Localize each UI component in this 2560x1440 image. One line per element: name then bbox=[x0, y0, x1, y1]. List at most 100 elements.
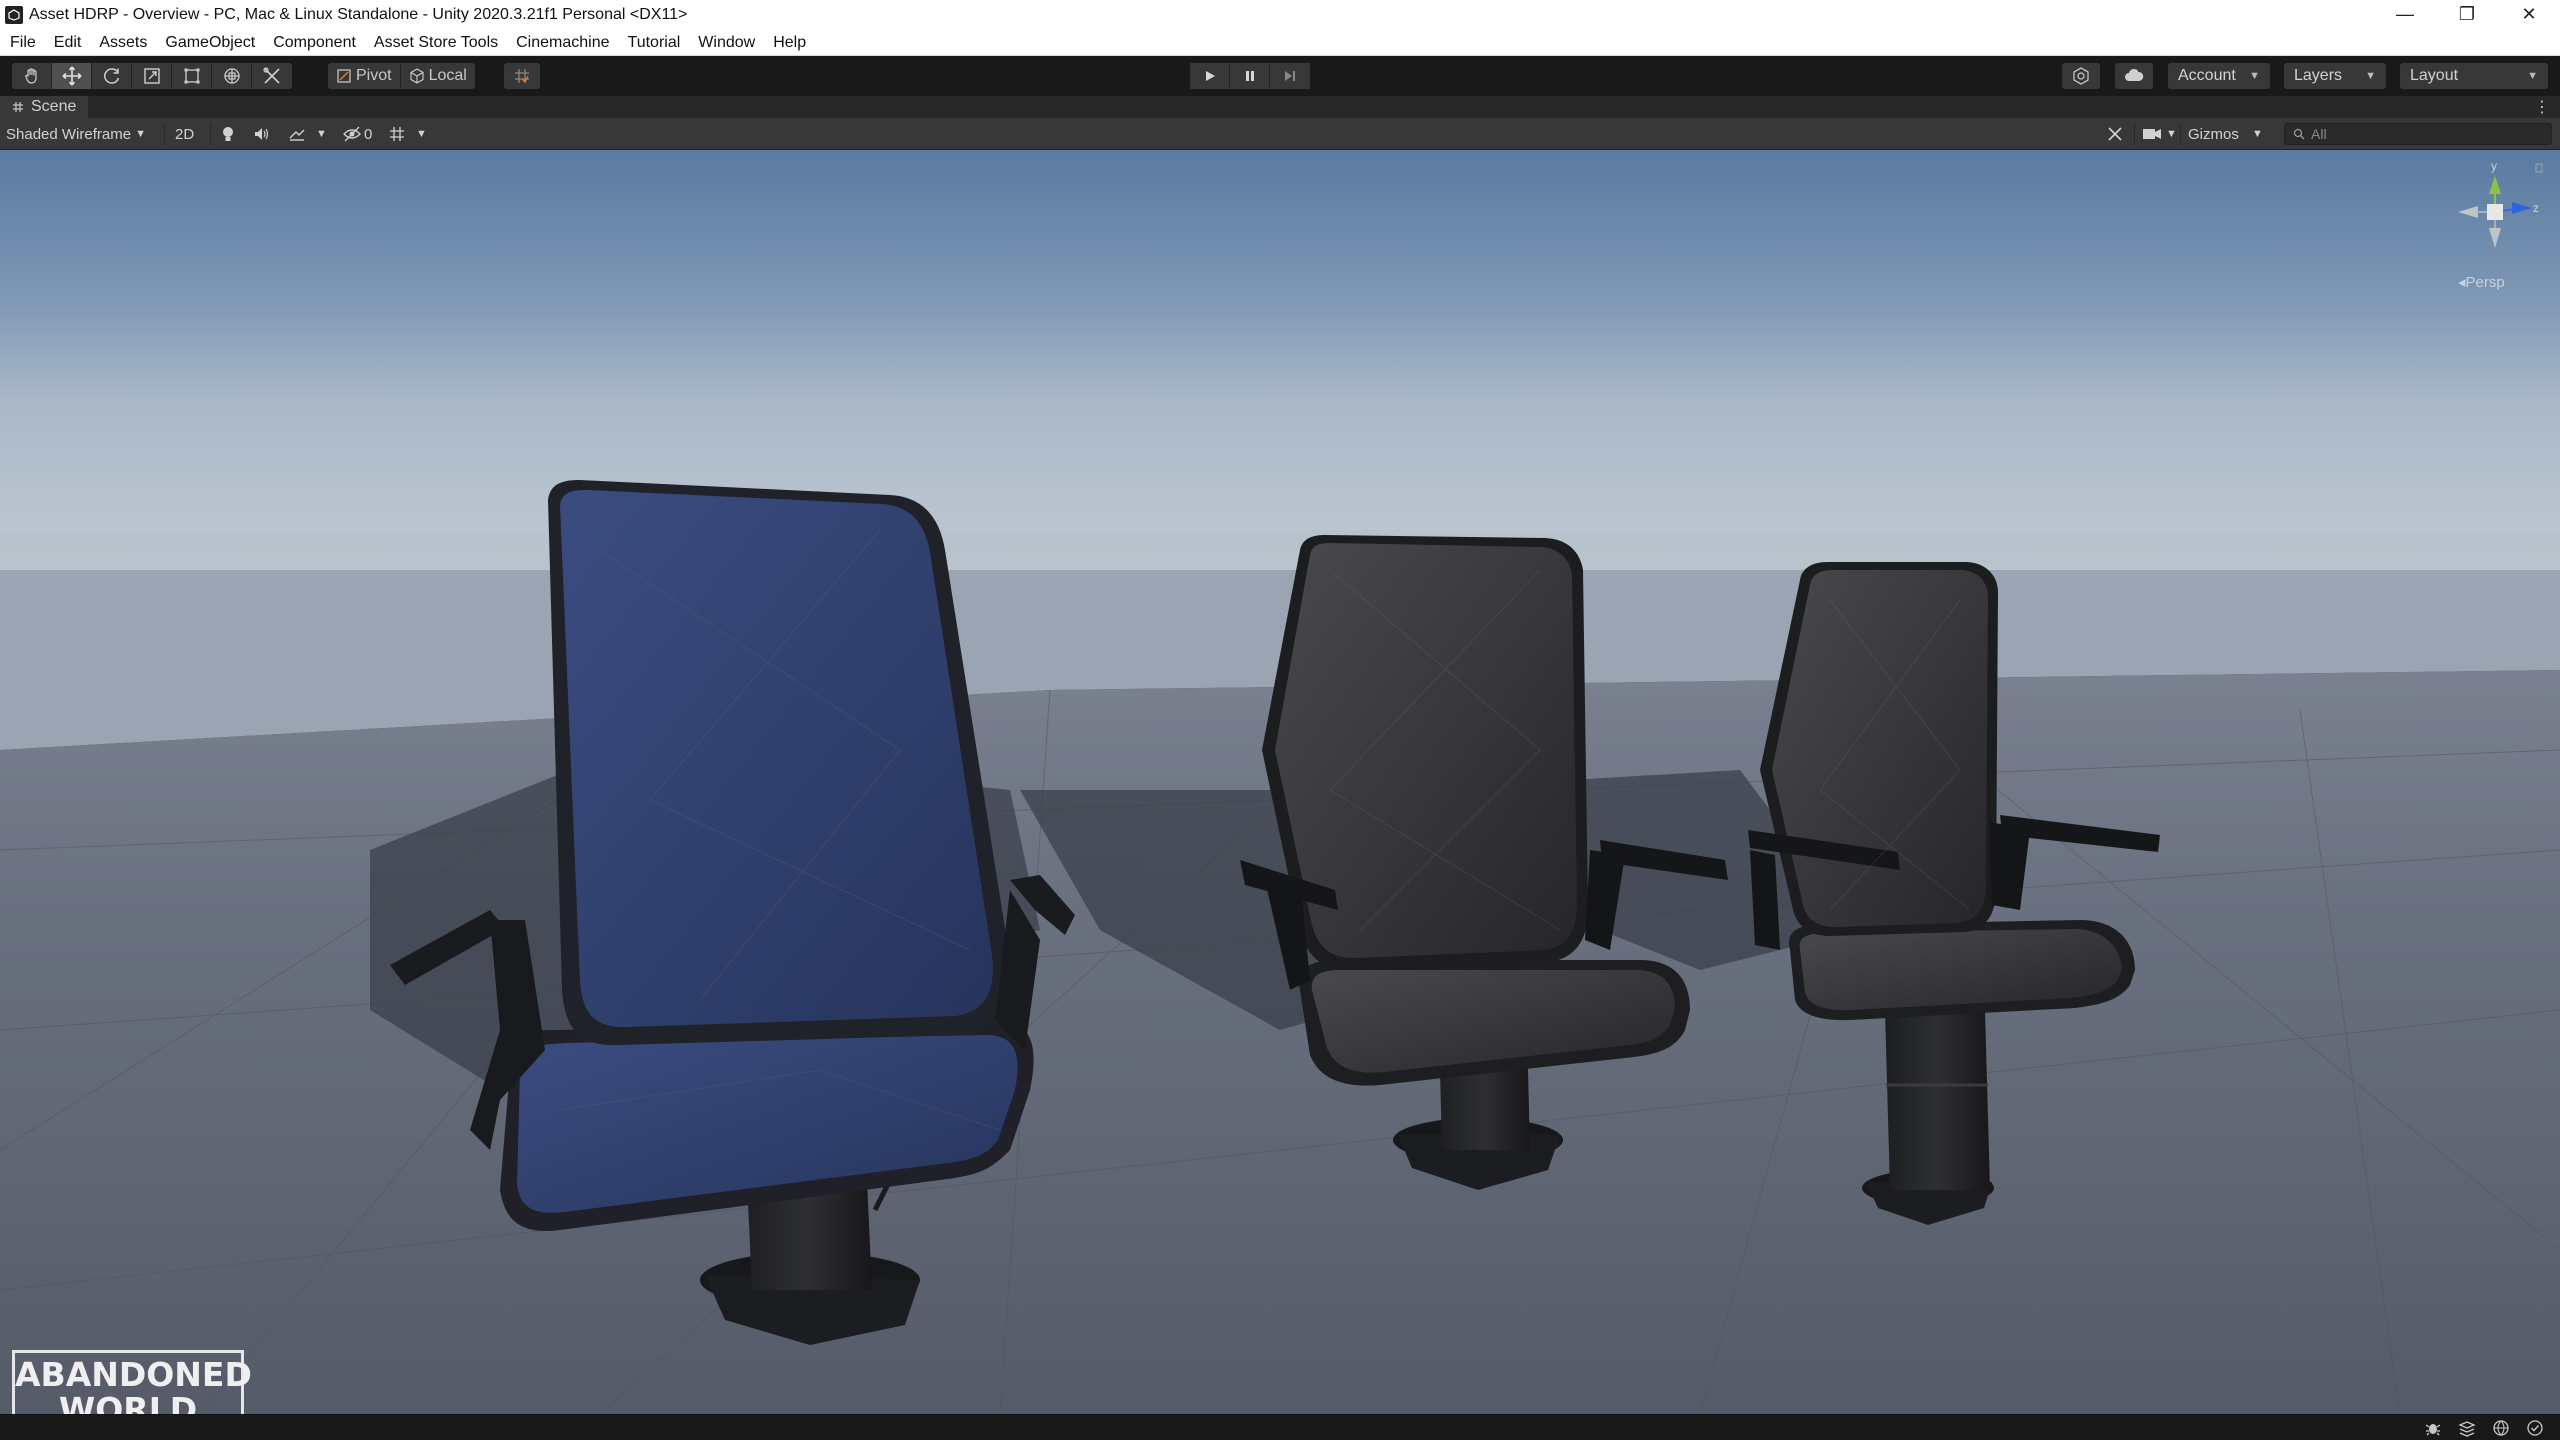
menu-assets[interactable]: Assets bbox=[90, 29, 156, 56]
orientation-gizmo[interactable]: y z bbox=[2440, 150, 2550, 290]
scale-tool-button[interactable] bbox=[132, 63, 172, 89]
transform-icon bbox=[223, 68, 240, 84]
step-button[interactable] bbox=[1270, 63, 1310, 89]
menu-window[interactable]: Window bbox=[689, 29, 764, 56]
abandoned-world-logo: ABANDONED WORLD bbox=[12, 1350, 252, 1415]
unity-app-icon bbox=[5, 5, 23, 24]
scene-search-input[interactable]: All bbox=[2284, 123, 2552, 145]
menu-tutorial[interactable]: Tutorial bbox=[619, 29, 690, 56]
tab-scene[interactable]: Scene bbox=[0, 96, 89, 118]
pivot-label: Pivot bbox=[356, 67, 392, 84]
custom-tool-button[interactable] bbox=[252, 63, 292, 89]
chevron-down-icon: ▼ bbox=[2166, 128, 2177, 140]
rotate-icon bbox=[103, 68, 119, 84]
rect-tool-button[interactable] bbox=[172, 63, 212, 89]
2d-toggle[interactable]: 2D bbox=[175, 118, 194, 150]
local-toggle[interactable]: Local bbox=[401, 63, 475, 89]
effects-dropdown[interactable]: ▼ bbox=[288, 118, 327, 150]
lock-icon[interactable] bbox=[2535, 163, 2543, 173]
local-label: Local bbox=[428, 67, 467, 84]
chevron-down-icon: ▼ bbox=[2527, 70, 2538, 82]
camera-dropdown[interactable]: ▼ bbox=[2142, 118, 2177, 150]
layout-dropdown[interactable]: Layout ▼ bbox=[2400, 63, 2548, 89]
speaker-icon bbox=[255, 128, 269, 140]
eye-hidden-icon bbox=[343, 126, 361, 142]
z-axis-label: z bbox=[2533, 201, 2539, 215]
tools-button[interactable] bbox=[2106, 118, 2124, 150]
rotate-tool-button[interactable] bbox=[92, 63, 132, 89]
account-dropdown[interactable]: Account ▼ bbox=[2168, 63, 2270, 89]
draw-mode-label: Shaded Wireframe bbox=[6, 125, 132, 143]
pivot-icon bbox=[337, 69, 351, 83]
transform-tool-button[interactable] bbox=[212, 63, 252, 89]
x-neg-axis-cone[interactable] bbox=[2458, 206, 2478, 218]
pivot-toggle[interactable]: Pivot bbox=[328, 63, 401, 89]
transform-tools bbox=[12, 63, 292, 89]
bug-report-button[interactable] bbox=[2416, 1418, 2450, 1438]
scene-toolbar: Shaded Wireframe ▼ 2D ▼ 0 ▼ ▼ Gizmos ▼ A… bbox=[0, 118, 2560, 150]
pause-button[interactable] bbox=[1230, 63, 1270, 89]
move-tool-button[interactable] bbox=[52, 63, 92, 89]
grid-snap-icon bbox=[515, 69, 529, 84]
layout-label: Layout bbox=[2410, 67, 2459, 84]
projection-arrow-icon: ◂ bbox=[2458, 274, 2466, 291]
bake-lighting-button[interactable] bbox=[2484, 1418, 2518, 1438]
search-icon bbox=[2293, 128, 2305, 140]
auto-generate-button[interactable] bbox=[2518, 1418, 2552, 1438]
chevron-down-icon: ▼ bbox=[135, 128, 146, 140]
globe-icon bbox=[2493, 1420, 2509, 1436]
cloud-button[interactable] bbox=[2115, 63, 2153, 89]
menu-help[interactable]: Help bbox=[764, 29, 815, 56]
y-neg-axis-cone[interactable] bbox=[2489, 228, 2501, 248]
hand-tool-button[interactable] bbox=[12, 63, 52, 89]
z-axis-cone[interactable] bbox=[2512, 202, 2532, 214]
menu-edit[interactable]: Edit bbox=[45, 29, 91, 56]
more-options-icon[interactable]: ⋮ bbox=[2534, 97, 2550, 117]
close-button[interactable]: ✕ bbox=[2498, 0, 2560, 29]
menu-file[interactable]: File bbox=[0, 29, 45, 56]
layers-status-button[interactable] bbox=[2450, 1418, 2484, 1438]
bug-icon bbox=[2425, 1424, 2441, 1436]
collab-button[interactable] bbox=[2062, 63, 2100, 89]
playback-controls bbox=[1190, 63, 1310, 89]
scene-viewport[interactable]: y z ◂Persp ABANDONED WORLD bbox=[0, 150, 2560, 1414]
chevron-down-icon: ▼ bbox=[2249, 70, 2260, 82]
grid-snap-button[interactable] bbox=[504, 63, 540, 89]
menu-gameobject[interactable]: GameObject bbox=[156, 29, 264, 56]
check-circle-icon bbox=[2527, 1420, 2543, 1436]
gizmos-dropdown[interactable]: ▼ bbox=[2252, 118, 2263, 150]
grid-dropdown[interactable]: ▼ bbox=[388, 118, 427, 150]
layers-label: Layers bbox=[2294, 67, 2343, 84]
y-axis-cone[interactable] bbox=[2489, 176, 2501, 194]
projection-toggle[interactable]: ◂Persp bbox=[2458, 273, 2505, 291]
separator bbox=[210, 123, 211, 145]
stack-icon bbox=[2458, 1421, 2476, 1437]
window-title: Asset HDRP - Overview - PC, Mac & Linux … bbox=[29, 5, 688, 23]
layers-dropdown[interactable]: Layers ▼ bbox=[2284, 63, 2386, 89]
draw-mode-dropdown[interactable]: Shaded Wireframe ▼ bbox=[6, 118, 146, 150]
menu-asset-store-tools[interactable]: Asset Store Tools bbox=[365, 29, 507, 56]
scene-render bbox=[0, 150, 2560, 1414]
hidden-objects-toggle[interactable]: 0 bbox=[342, 118, 372, 150]
play-button[interactable] bbox=[1190, 63, 1230, 89]
logo-line2: WORLD bbox=[58, 1390, 198, 1415]
effects-icon bbox=[289, 129, 305, 141]
minimize-button[interactable]: — bbox=[2374, 0, 2436, 29]
logo-line1: ABANDONED bbox=[15, 1355, 252, 1394]
restore-button[interactable]: ❐ bbox=[2436, 0, 2498, 29]
menu-cinemachine[interactable]: Cinemachine bbox=[507, 29, 618, 56]
lighting-toggle[interactable] bbox=[220, 118, 236, 150]
menu-component[interactable]: Component bbox=[264, 29, 365, 56]
snap-group bbox=[504, 63, 540, 89]
grid-icon bbox=[13, 102, 23, 112]
gizmo-center[interactable] bbox=[2487, 204, 2503, 220]
tab-scene-label: Scene bbox=[31, 98, 77, 115]
play-icon bbox=[1205, 71, 1215, 81]
menu-bar: File Edit Assets GameObject Component As… bbox=[0, 29, 2560, 56]
move-icon bbox=[61, 66, 82, 86]
chevron-down-icon: ▼ bbox=[2252, 128, 2263, 140]
separator bbox=[2180, 123, 2181, 145]
light-bulb-icon bbox=[223, 127, 233, 141]
audio-toggle[interactable] bbox=[253, 118, 271, 150]
gizmos-button[interactable]: Gizmos bbox=[2188, 118, 2239, 150]
